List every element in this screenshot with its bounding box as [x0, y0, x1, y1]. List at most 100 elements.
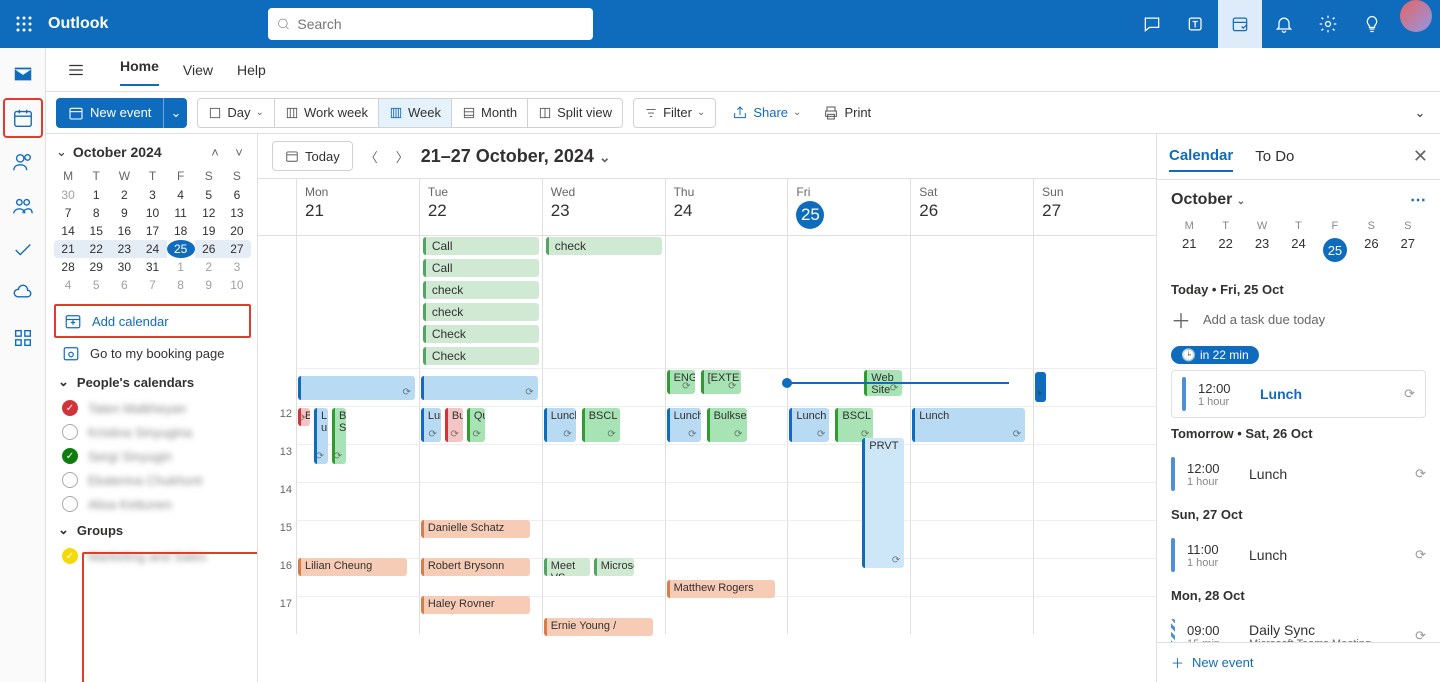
- right-strip-day[interactable]: 21: [1171, 236, 1207, 251]
- mini-cal-day[interactable]: 31: [138, 258, 166, 276]
- new-event-dropdown[interactable]: ⌄: [163, 98, 187, 128]
- time-slot[interactable]: [910, 596, 1033, 634]
- calendar-event[interactable]: Ernie Young /: [544, 618, 653, 636]
- day-column-header[interactable]: Sun27: [1033, 179, 1156, 235]
- right-strip-day[interactable]: 27: [1390, 236, 1426, 251]
- calendar-event[interactable]: Lunch⟳: [667, 408, 701, 442]
- time-slot[interactable]: [419, 444, 542, 482]
- day-column-header[interactable]: Wed23: [542, 179, 665, 235]
- mini-cal-day[interactable]: 7: [138, 276, 166, 294]
- view-split[interactable]: Split view: [528, 99, 622, 127]
- day-column-header[interactable]: Mon21: [296, 179, 419, 235]
- groups-rail-icon[interactable]: [3, 186, 43, 226]
- time-slot[interactable]: [296, 596, 419, 634]
- right-more-icon[interactable]: ⋯: [1410, 190, 1426, 210]
- calendar-event[interactable]: ⟳: [421, 376, 538, 400]
- today-button[interactable]: Today: [272, 141, 353, 171]
- mini-cal-day[interactable]: 21: [54, 240, 82, 258]
- view-day[interactable]: Day⌄: [198, 99, 275, 127]
- time-slot[interactable]: [542, 368, 665, 406]
- people-rail-icon[interactable]: [3, 142, 43, 182]
- right-new-event[interactable]: ＋New event: [1157, 642, 1440, 682]
- peoples-calendars-section[interactable]: ⌄People's calendars: [54, 368, 251, 396]
- mini-cal-prev[interactable]: ˄: [205, 145, 225, 160]
- allday-event[interactable]: check: [546, 237, 662, 255]
- right-month-picker[interactable]: October ⌄: [1171, 191, 1245, 209]
- mini-cal-day[interactable]: 3: [138, 186, 166, 204]
- mini-cal-day[interactable]: 30: [110, 258, 138, 276]
- mini-cal-day[interactable]: 10: [223, 276, 251, 294]
- calendar-event[interactable]: Lunch⟳: [544, 408, 576, 442]
- filter-button[interactable]: Filter⌄: [633, 98, 716, 128]
- add-task-button[interactable]: ＋Add a task due today: [1171, 305, 1426, 334]
- mini-cal-day[interactable]: 4: [167, 186, 195, 204]
- mini-cal-day[interactable]: 24: [138, 240, 166, 258]
- mini-cal-day[interactable]: 17: [138, 222, 166, 240]
- view-month[interactable]: Month: [452, 99, 528, 127]
- calendar-event[interactable]: BSCL⟳: [835, 408, 873, 442]
- app-launcher[interactable]: [8, 8, 40, 40]
- time-slot[interactable]: [296, 520, 419, 558]
- tab-help[interactable]: Help: [237, 58, 266, 82]
- calendar-event[interactable]: ⟳: [298, 376, 415, 400]
- calendar-list-item[interactable]: ✓Marketing and Sales: [54, 544, 251, 568]
- todo-rail-icon[interactable]: [3, 230, 43, 270]
- calendar-event[interactable]: Robert Brysonn: [421, 558, 530, 576]
- view-workweek[interactable]: Work week: [275, 99, 379, 127]
- mini-cal-day[interactable]: 4: [54, 276, 82, 294]
- add-calendar-button[interactable]: Add calendar: [54, 304, 251, 338]
- mini-cal-day[interactable]: 1: [167, 258, 195, 276]
- mail-rail-icon[interactable]: [3, 54, 43, 94]
- time-slot[interactable]: [296, 482, 419, 520]
- time-slot[interactable]: [910, 368, 1033, 406]
- onedrive-rail-icon[interactable]: [3, 274, 43, 314]
- calendar-event[interactable]: L u⟳: [314, 408, 328, 464]
- mini-cal-next[interactable]: ˅: [229, 145, 249, 160]
- mini-cal-day[interactable]: 2: [195, 258, 223, 276]
- allday-event[interactable]: check: [423, 303, 539, 321]
- allday-event[interactable]: check: [423, 281, 539, 299]
- my-day-icon[interactable]: [1218, 0, 1262, 48]
- mini-cal-day[interactable]: 8: [167, 276, 195, 294]
- mini-cal-day[interactable]: 20: [223, 222, 251, 240]
- nav-hamburger[interactable]: [60, 54, 92, 86]
- mini-cal-day[interactable]: 30: [54, 186, 82, 204]
- mini-cal-day[interactable]: 11: [167, 204, 195, 222]
- time-slot[interactable]: [910, 558, 1033, 596]
- time-slot[interactable]: [1033, 558, 1156, 596]
- calendar-event[interactable]: Lunch⟳: [789, 408, 829, 442]
- booking-page-link[interactable]: Go to my booking page: [54, 338, 251, 368]
- calendar-event[interactable]: Matthew Rogers: [667, 580, 776, 598]
- teams-icon[interactable]: [1174, 0, 1218, 48]
- time-slot[interactable]: [910, 444, 1033, 482]
- calendar-rail-icon[interactable]: [3, 98, 43, 138]
- time-slot[interactable]: [419, 482, 542, 520]
- search-input[interactable]: [297, 16, 585, 32]
- mini-cal-day[interactable]: 1: [82, 186, 110, 204]
- mini-cal-day[interactable]: 19: [195, 222, 223, 240]
- calendar-event[interactable]: Site⟳: [864, 382, 902, 396]
- mini-cal-day[interactable]: 5: [195, 186, 223, 204]
- mini-cal-day[interactable]: 26: [195, 240, 223, 258]
- agenda-item[interactable]: 11:001 hour Lunch ⟳: [1171, 530, 1426, 580]
- calendar-event[interactable]: Lunc⟳: [421, 408, 441, 442]
- mini-cal-day[interactable]: 6: [110, 276, 138, 294]
- tab-home[interactable]: Home: [120, 54, 159, 86]
- calendar-event[interactable]: Danielle Schatz: [421, 520, 530, 538]
- time-slot[interactable]: [665, 596, 788, 634]
- mini-cal-day[interactable]: 16: [110, 222, 138, 240]
- mini-cal-day[interactable]: 15: [82, 222, 110, 240]
- allday-event[interactable]: Call: [423, 259, 539, 277]
- tips-icon[interactable]: [1350, 0, 1394, 48]
- new-event-button[interactable]: New event ⌄: [56, 98, 187, 128]
- time-slot[interactable]: [665, 444, 788, 482]
- calendar-event[interactable]: Microsoft: [594, 558, 634, 576]
- calendar-event[interactable]: BSCL⟳: [582, 408, 620, 442]
- mini-cal-day[interactable]: 9: [110, 204, 138, 222]
- view-week[interactable]: Week: [379, 99, 452, 127]
- mini-cal-day[interactable]: 14: [54, 222, 82, 240]
- right-strip-day[interactable]: 23: [1244, 236, 1280, 251]
- day-column-header[interactable]: Sat26: [910, 179, 1033, 235]
- right-strip-day[interactable]: 22: [1207, 236, 1243, 251]
- account-avatar[interactable]: [1400, 0, 1432, 32]
